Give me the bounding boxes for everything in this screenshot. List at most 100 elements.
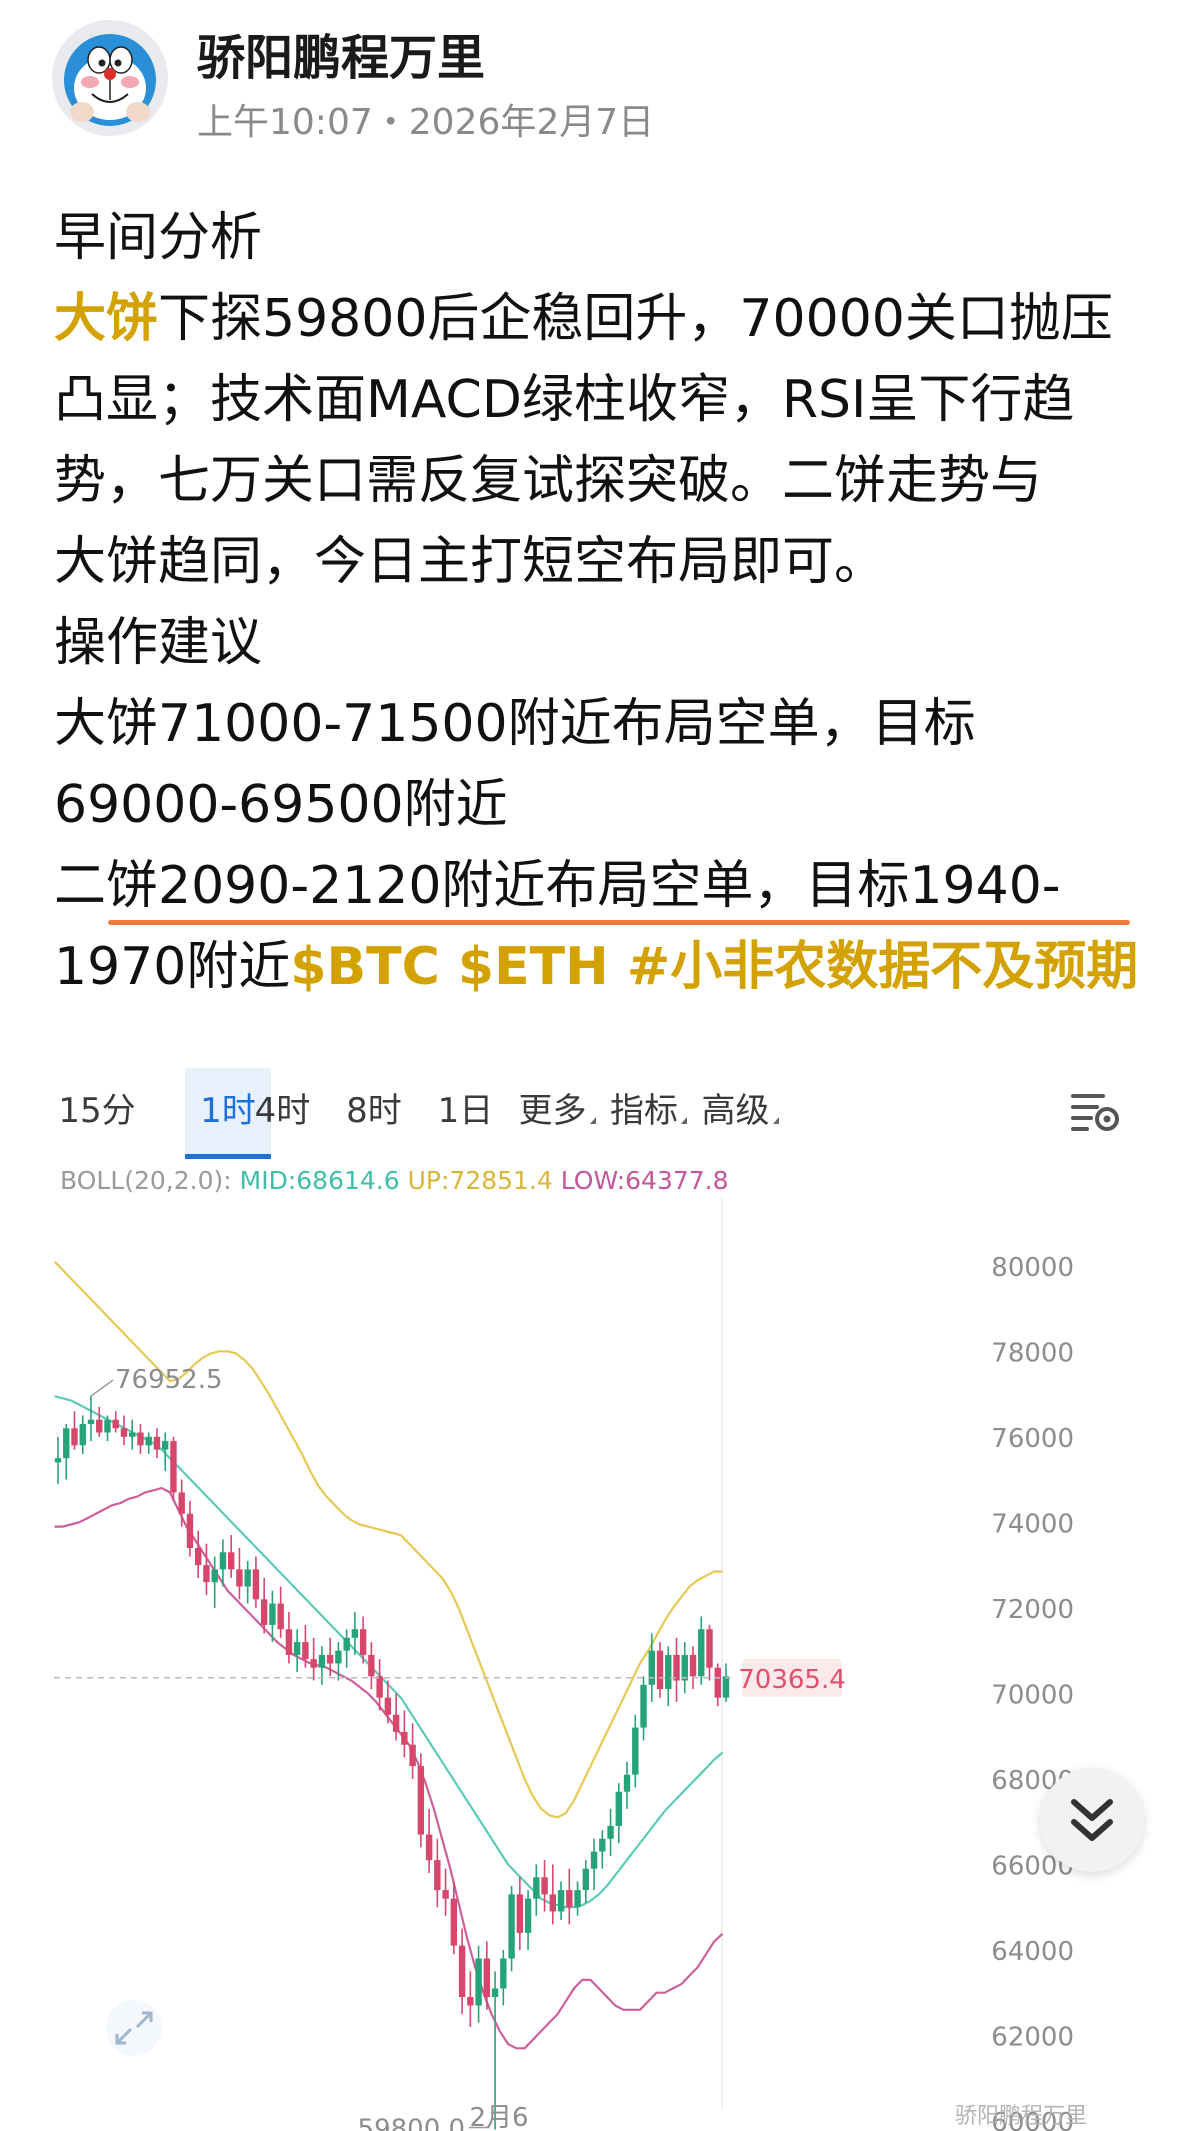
post-line: 势，七万关口需反复试探突破。二饼走势与: [54, 441, 1164, 522]
candle-body: [302, 1642, 309, 1660]
candle-body: [219, 1552, 227, 1570]
candle-body: [706, 1629, 713, 1668]
tab-label: 1日: [437, 1091, 494, 1131]
candle-body: [582, 1868, 590, 1891]
post-line: 二饼2090-2120附近布局空单，目标1940-: [54, 846, 1164, 927]
tab-period[interactable]: 15分: [54, 1068, 140, 1154]
scroll-down-button[interactable]: [1040, 1768, 1144, 1872]
y-tick-label: 62000: [991, 2022, 1074, 2052]
y-tick-label: 74000: [991, 1509, 1074, 1539]
tab-period[interactable]: 指标: [603, 1068, 694, 1154]
candle-body: [285, 1629, 293, 1655]
candle-body: [63, 1428, 70, 1459]
tab-period[interactable]: 更多: [512, 1068, 603, 1154]
post-body: 早间分析大饼下探59800后企稳回升，70000关口抛压凸显；技术面MACD绿柱…: [54, 198, 1164, 1008]
tab-period[interactable]: 8时: [329, 1068, 420, 1154]
boll-legend: BOLL(20,2.0): MID:68614.6 UP:72851.4 LOW…: [60, 1166, 729, 1195]
candle-body: [343, 1637, 350, 1651]
candle-body: [359, 1629, 367, 1655]
max-marker-leader: [90, 1379, 114, 1397]
post-text: 大饼71000-71500附近布局空单，目标: [54, 694, 976, 754]
post-line: 操作建议: [54, 603, 1164, 684]
candle-body: [648, 1650, 655, 1685]
candle-body: [260, 1599, 268, 1625]
candle-body: [153, 1436, 161, 1450]
post-text: 二饼2090-2120附近布局空单，目标1940-: [54, 856, 1061, 916]
candle-body: [689, 1654, 697, 1677]
min-price-label: 59800.0: [358, 2115, 466, 2131]
candle-body: [326, 1654, 334, 1664]
candle-body: [104, 1419, 111, 1433]
candle-body: [673, 1654, 680, 1681]
candle-body: [557, 1890, 565, 1912]
candle-body: [623, 1774, 631, 1792]
active-tab-indicator: [185, 1154, 271, 1159]
candle-body: [54, 1458, 62, 1463]
candle-body: [318, 1654, 326, 1668]
x-axis-label: 2月6: [469, 2103, 528, 2131]
period-tab-bar: 15分 1时 4时 8时 1日 更多 指标 高级: [54, 1068, 1146, 1154]
tab-period[interactable]: 高级: [695, 1068, 786, 1154]
post-text: 下探59800后企稳回升，70000关口抛压: [158, 289, 1113, 349]
tab-period[interactable]: 4时: [237, 1068, 328, 1154]
candle-body: [71, 1428, 78, 1446]
expand-chart-icon[interactable]: [106, 2000, 162, 2056]
tab-label: 高级: [701, 1091, 770, 1131]
candle-body: [203, 1565, 210, 1583]
post-text: 69000-69500附近: [54, 775, 508, 835]
highlight-text[interactable]: $BTC $ETH #小非农数据不及预期: [290, 937, 1138, 997]
candle-body: [665, 1654, 672, 1690]
post-text: 势，七万关口需反复试探突破。二饼走势与: [54, 451, 1043, 511]
kline-chart[interactable]: 8000078000760007400072000700006800066000…: [54, 1068, 1146, 2131]
author-name[interactable]: 骄阳鹏程万里: [197, 18, 485, 88]
doraemon-avatar-icon: [52, 20, 168, 136]
post-timestamp: 上午10:07・2026年2月7日: [197, 102, 655, 143]
boll-up-line: [54, 1260, 723, 1819]
dropdown-caret-icon: [589, 1117, 596, 1124]
double-chevron-down-icon: [1071, 1799, 1113, 1841]
y-tick-label: 70000: [991, 1680, 1074, 1710]
candle-body: [483, 1958, 491, 1997]
post-line: 69000-69500附近: [54, 765, 1164, 846]
highlight-text[interactable]: 大饼: [54, 289, 158, 349]
post-line: 1970附近$BTC $ETH #小非农数据不及预期: [54, 927, 1164, 1008]
candle-body: [599, 1838, 606, 1852]
y-tick-label: 78000: [991, 1338, 1074, 1368]
post-text: 大饼趋同，今日主打短空布局即可。: [54, 532, 887, 592]
candle-body: [500, 1958, 507, 1989]
candle-body: [590, 1851, 598, 1869]
post-text: 早间分析: [54, 208, 263, 268]
candle-body: [351, 1629, 359, 1638]
candle-body: [252, 1569, 260, 1600]
candle-body: [293, 1642, 301, 1655]
tab-label: 8时: [346, 1091, 402, 1131]
post-header: 骄阳鹏程万里 上午10:07・2026年2月7日: [0, 0, 1200, 150]
candle-body: [508, 1894, 515, 1959]
boll-name: BOLL(20,2.0):: [60, 1166, 232, 1195]
y-tick-label: 72000: [991, 1595, 1074, 1625]
candle-body: [533, 1877, 540, 1899]
candle-body: [541, 1877, 548, 1895]
candle-body: [384, 1697, 392, 1715]
candle-body: [244, 1569, 251, 1587]
avatar[interactable]: [52, 20, 168, 136]
candle-body: [698, 1629, 705, 1677]
watermark: 骄阳鹏程万里: [955, 2098, 1087, 2130]
candle-body: [401, 1731, 408, 1745]
tab-period[interactable]: 1日: [420, 1068, 511, 1154]
chart-settings-icon[interactable]: [1068, 1085, 1122, 1139]
max-price-label: 76952.5: [115, 1365, 223, 1395]
candle-body: [434, 1860, 441, 1891]
candle-body: [425, 1834, 433, 1861]
candle-body: [137, 1432, 144, 1446]
candle-body: [145, 1436, 152, 1446]
candle-body: [376, 1676, 383, 1698]
candle-body: [516, 1894, 524, 1933]
highlight-underline: [108, 920, 1130, 925]
candle-body: [310, 1659, 317, 1668]
candle-body: [458, 1945, 466, 1997]
candle-body: [566, 1890, 573, 1908]
post-line: 大饼趋同，今日主打短空布局即可。: [54, 522, 1164, 603]
post-line: 凸显；技术面MACD绿柱收窄，RSI呈下行趋: [54, 360, 1164, 441]
candle-body: [186, 1513, 194, 1548]
